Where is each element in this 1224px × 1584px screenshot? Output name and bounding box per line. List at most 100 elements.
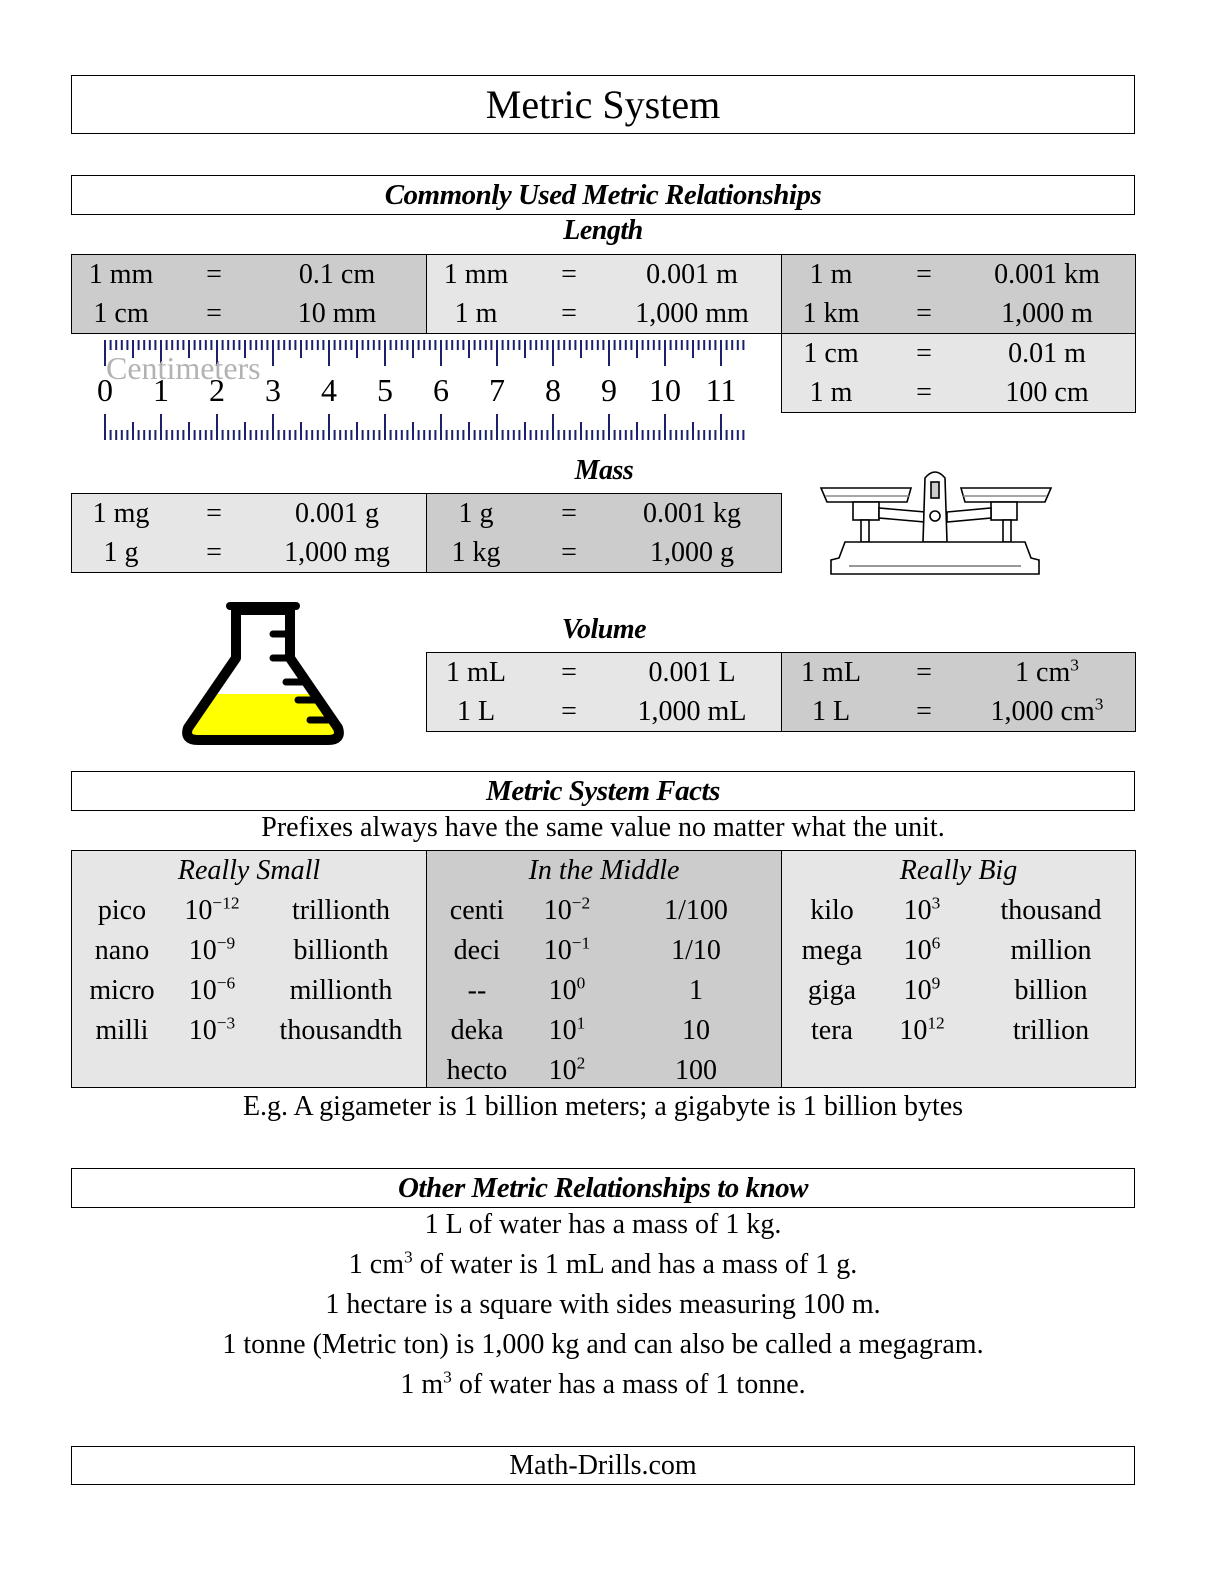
prefix-power: 10−1 <box>527 931 607 971</box>
prefix-row: centi 10−2 1/100 <box>427 891 781 931</box>
relation-lhs: 1 km <box>802 298 860 329</box>
prefix-value-word: thousandth <box>279 1015 403 1046</box>
relation-rhs: 1,000 cm3 <box>962 692 1132 731</box>
relation-lhs: 1 cm <box>93 298 149 329</box>
balance-scale-icon <box>819 471 1053 575</box>
prefix-name: mega <box>801 935 863 966</box>
item-text-rest: of water has a mass of 1 tonne. <box>451 1369 806 1400</box>
power-base: 10 <box>548 1055 577 1086</box>
prefix-power: 109 <box>882 971 962 1011</box>
relation-lhs: 1 m <box>454 298 498 329</box>
length-group-4: 1 cm = 0.01 m 1 m = 100 cm <box>781 333 1136 413</box>
relation-row: 1 m = 0.001 km <box>782 255 1135 294</box>
relation-equals: = <box>206 537 222 568</box>
prefix-column-title: Really Big <box>899 855 1018 886</box>
relation-equals: = <box>561 259 577 290</box>
ruler-number: 1 <box>153 372 169 408</box>
relation-lhs: 1 g <box>103 537 139 568</box>
power-base: 10 <box>543 935 572 966</box>
relation-row: 1 cm = 0.01 m <box>782 334 1135 373</box>
prefix-column: Really Big kilo 103 thousand mega 106 million g… <box>781 850 1136 1088</box>
power-exponent: 6 <box>931 933 941 953</box>
relation-equals: = <box>916 259 932 290</box>
ruler-number: 11 <box>705 372 737 408</box>
prefix-power: 101 <box>527 1011 607 1051</box>
relation-lhs: 1 mm <box>88 259 154 290</box>
power-exponent: 1 <box>576 1013 586 1033</box>
relation-row: 1 mL = 1 cm3 <box>782 653 1135 692</box>
power-exponent: −6 <box>216 973 236 993</box>
relation-rhs: 0.01 m <box>1008 338 1086 369</box>
power-base: 10 <box>903 975 932 1006</box>
prefix-value-word: 1 <box>689 975 703 1006</box>
prefix-row: giga 109 billion <box>782 971 1135 1011</box>
other-relationship-item: 1 m3 of water has a mass of 1 tonne. <box>71 1367 1135 1401</box>
item-exponent: 3 <box>443 1367 452 1387</box>
power-base: 10 <box>903 895 932 926</box>
prefix-row: pico 10−12 trillionth <box>72 891 426 931</box>
prefix-power: 10−3 <box>172 1011 252 1051</box>
prefix-row: deci 10−1 1/10 <box>427 931 781 971</box>
facts-example: E.g. A gigameter is 1 billion meters; a … <box>242 1091 964 1122</box>
relation-lhs: 1 mm <box>443 259 509 290</box>
item-text: 1 cm <box>348 1249 404 1280</box>
prefix-value-word: trillion <box>1012 1015 1090 1046</box>
item-text: 1 m <box>400 1369 444 1400</box>
mass-group-2: 1 g = 0.001 kg 1 kg = 1,000 g <box>426 493 782 573</box>
relation-equals: = <box>561 498 577 529</box>
section-header-other: Other Metric Relationships to know <box>71 1168 1135 1208</box>
power-exponent: −9 <box>216 933 236 953</box>
relation-rhs: 1,000 mg <box>284 537 390 568</box>
relation-lhs: 1 g <box>458 498 494 529</box>
power-base: 10 <box>543 895 572 926</box>
relation-equals: = <box>206 259 222 290</box>
power-exponent: −1 <box>571 933 591 953</box>
power-exponent: −2 <box>571 893 591 913</box>
prefix-name: deci <box>453 935 501 966</box>
ruler-number: 4 <box>321 372 337 408</box>
relation-equals: = <box>916 696 932 727</box>
relation-row: 1 cm = 10 mm <box>72 294 426 333</box>
prefix-power: 100 <box>527 971 607 1011</box>
relation-rhs: 0.001 kg <box>643 498 741 529</box>
volume-group-1: 1 mL = 0.001 L 1 L = 1,000 mL <box>426 652 782 732</box>
facts-intro: Prefixes always have the same value no m… <box>261 812 945 843</box>
prefix-name: pico <box>97 895 147 926</box>
volume-heading: Volume <box>561 614 647 645</box>
prefix-name: milli <box>95 1015 149 1046</box>
prefix-name: deka <box>450 1015 504 1046</box>
prefix-name: giga <box>807 975 857 1006</box>
power-base: 10 <box>903 935 932 966</box>
prefix-row: -- 100 1 <box>427 971 781 1011</box>
relation-rhs-exponent: 3 <box>1094 694 1104 714</box>
relation-row: 1 km = 1,000 m <box>782 294 1135 333</box>
prefix-value-word: 10 <box>682 1015 710 1046</box>
prefix-value-word: 1/10 <box>671 935 721 966</box>
prefix-power: 10−9 <box>172 931 252 971</box>
other-relationship-item: 1 L of water has a mass of 1 kg. <box>71 1209 1135 1241</box>
prefix-power: 10−2 <box>527 891 607 931</box>
ruler-number: 7 <box>489 372 505 408</box>
relation-rhs: 0.001 L <box>648 657 736 688</box>
prefix-value-word: billion <box>1014 975 1088 1006</box>
prefix-value-word: billionth <box>293 935 389 966</box>
prefix-name: kilo <box>810 895 854 926</box>
length-group-1: 1 mm = 0.1 cm 1 cm = 10 mm <box>71 254 427 334</box>
relation-rhs: 0.1 cm <box>298 259 376 290</box>
mass-group-1: 1 mg = 0.001 g 1 g = 1,000 mg <box>71 493 427 573</box>
prefix-value-word: million <box>1010 935 1092 966</box>
section-header-facts: Metric System Facts <box>71 771 1135 811</box>
relation-row: 1 L = 1,000 cm3 <box>782 692 1135 731</box>
power-base: 10 <box>188 935 217 966</box>
power-exponent: 0 <box>576 973 586 993</box>
item-text-rest: of water is 1 mL and has a mass of 1 g. <box>412 1249 858 1280</box>
relation-rhs: 0.001 g <box>295 498 379 529</box>
relation-equals: = <box>916 298 932 329</box>
power-base: 10 <box>548 975 577 1006</box>
relation-equals: = <box>916 377 932 408</box>
prefix-row: deka 101 10 <box>427 1011 781 1051</box>
relation-row: 1 mm = 0.001 m <box>427 255 781 294</box>
relation-lhs: 1 L <box>811 696 851 727</box>
prefix-column-title: Really Small <box>177 855 321 886</box>
prefix-row: tera 1012 trillion <box>782 1011 1135 1051</box>
